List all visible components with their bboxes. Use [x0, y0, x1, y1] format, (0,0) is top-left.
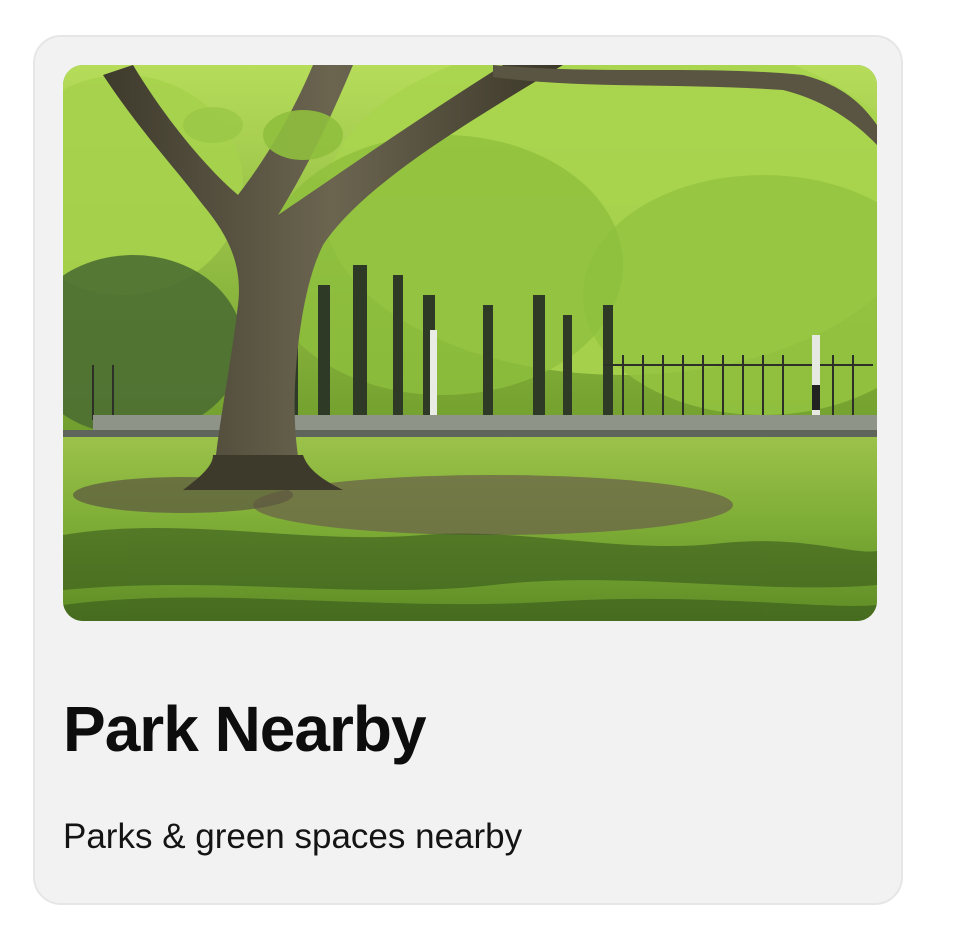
park-nearby-card[interactable]: Park Nearby Parks & green spaces nearby [33, 35, 903, 905]
card-title: Park Nearby [63, 693, 427, 765]
park-photo [63, 65, 877, 621]
card-subtitle: Parks & green spaces nearby [63, 817, 523, 856]
